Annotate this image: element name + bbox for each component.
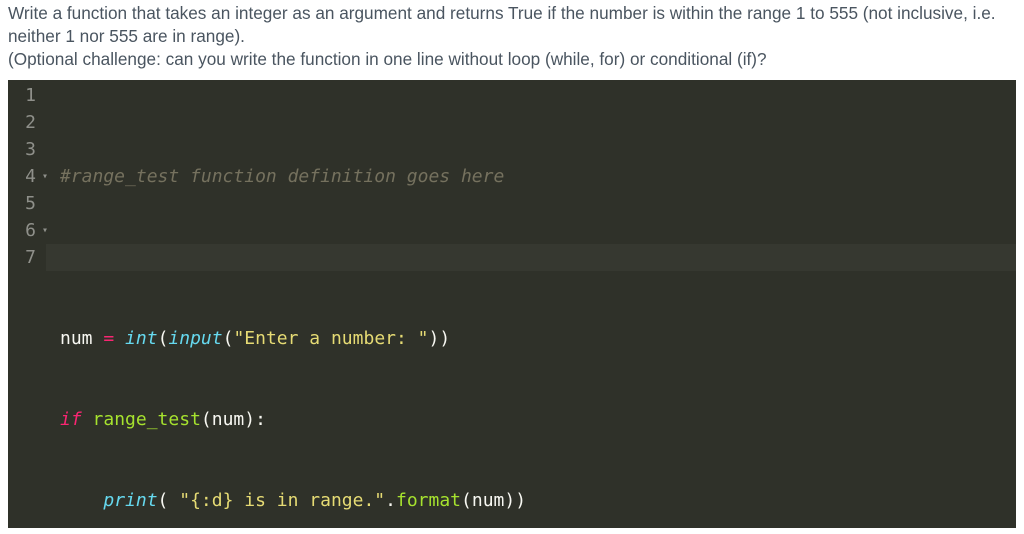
line-number: 7 <box>18 244 36 271</box>
problem-line-1: Write a function that takes an integer a… <box>8 2 1016 48</box>
code-line <box>60 244 1016 271</box>
code-editor[interactable]: 1 2 3 4▾ 5 6▾ 7 #range_test function def… <box>8 80 1016 528</box>
problem-line-2: (Optional challenge: can you write the f… <box>8 48 1016 71</box>
line-number-gutter: 1 2 3 4▾ 5 6▾ 7 <box>8 80 46 528</box>
line-number: 4▾ <box>18 163 36 190</box>
line-number: 3 <box>18 136 36 163</box>
code-line: if range_test(num): <box>60 406 1016 433</box>
code-line: #range_test function definition goes her… <box>60 163 1016 190</box>
line-number: 6▾ <box>18 217 36 244</box>
line-number: 1 <box>18 82 36 109</box>
line-number: 2 <box>18 109 36 136</box>
problem-statement: Write a function that takes an integer a… <box>0 0 1024 80</box>
code-line: print( "{:d} is in range.".format(num)) <box>60 487 1016 514</box>
line-number: 5 <box>18 190 36 217</box>
code-area[interactable]: #range_test function definition goes her… <box>46 80 1016 528</box>
code-line: num = int(input("Enter a number: ")) <box>60 325 1016 352</box>
